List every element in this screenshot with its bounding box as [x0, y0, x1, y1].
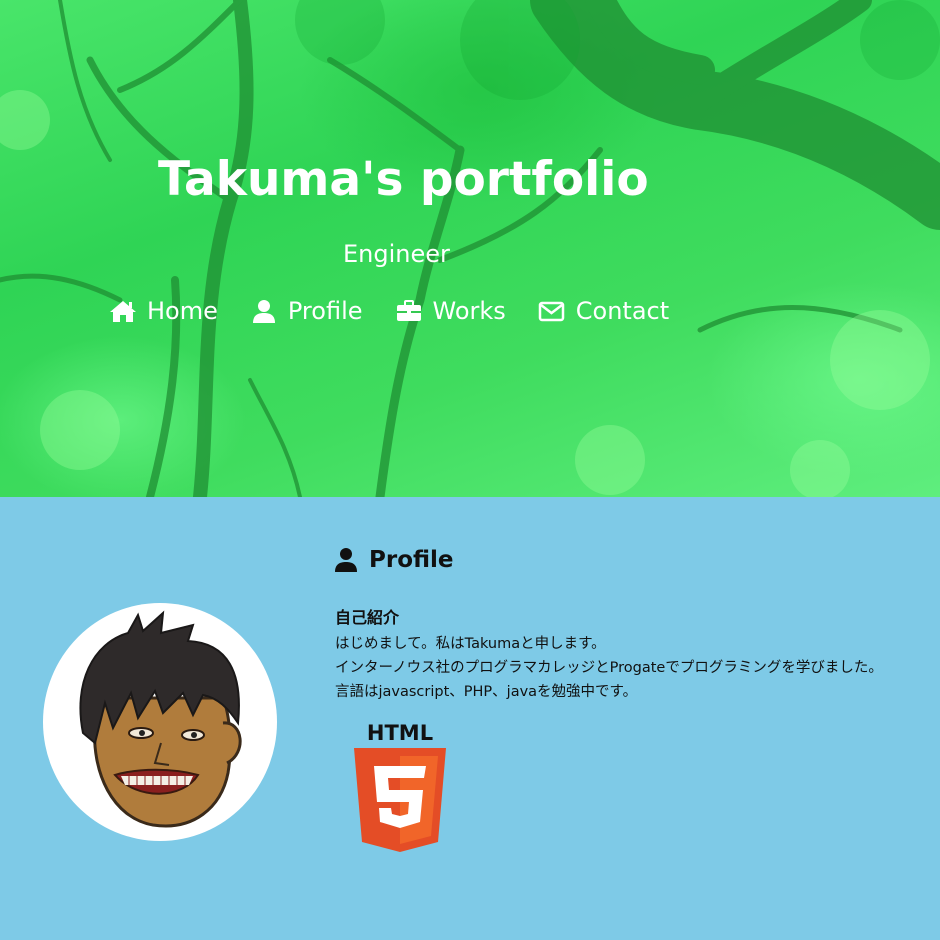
user-icon — [335, 547, 357, 573]
site-subtitle: Engineer — [343, 240, 450, 268]
hero-banner: Takuma's portfolio Engineer Home Profile… — [0, 0, 940, 497]
site-title: Takuma's portfolio — [158, 152, 649, 207]
nav-label-home: Home — [147, 297, 218, 325]
user-icon — [250, 299, 278, 323]
main-nav: Home Profile Works Contact — [109, 295, 701, 327]
tree-background-image — [0, 0, 940, 497]
nav-item-profile[interactable]: Profile — [250, 297, 363, 325]
intro-line: インターノウス社のプログラマカレッジとProgateでプログラミングを学びました… — [335, 660, 883, 676]
nav-label-profile: Profile — [287, 297, 363, 325]
briefcase-icon — [395, 299, 423, 323]
nav-label-works: Works — [432, 297, 506, 325]
nav-item-contact[interactable]: Contact — [538, 297, 669, 325]
nav-item-works[interactable]: Works — [395, 297, 506, 325]
nav-label-contact: Contact — [575, 297, 670, 325]
html5-logo-label: HTML — [367, 721, 433, 745]
profile-heading-label: Profile — [369, 547, 454, 573]
avatar-illustration — [79, 610, 242, 828]
profile-heading: Profile — [335, 547, 454, 573]
intro-line: はじめまして。私はTakumaと申します。 — [335, 636, 606, 652]
nav-item-home[interactable]: Home — [109, 297, 218, 325]
envelope-icon — [538, 299, 566, 323]
avatar — [43, 603, 277, 841]
html5-logo: HTML 5 — [352, 720, 448, 854]
home-icon — [109, 299, 137, 323]
intro-text: はじめまして。私はTakumaと申します。 インターノウス社のプログラマカレッジ… — [335, 632, 883, 704]
intro-title: 自己紹介 — [335, 608, 400, 627]
intro-line: 言語はjavascript、PHP、javaを勉強中です。 — [335, 684, 638, 700]
